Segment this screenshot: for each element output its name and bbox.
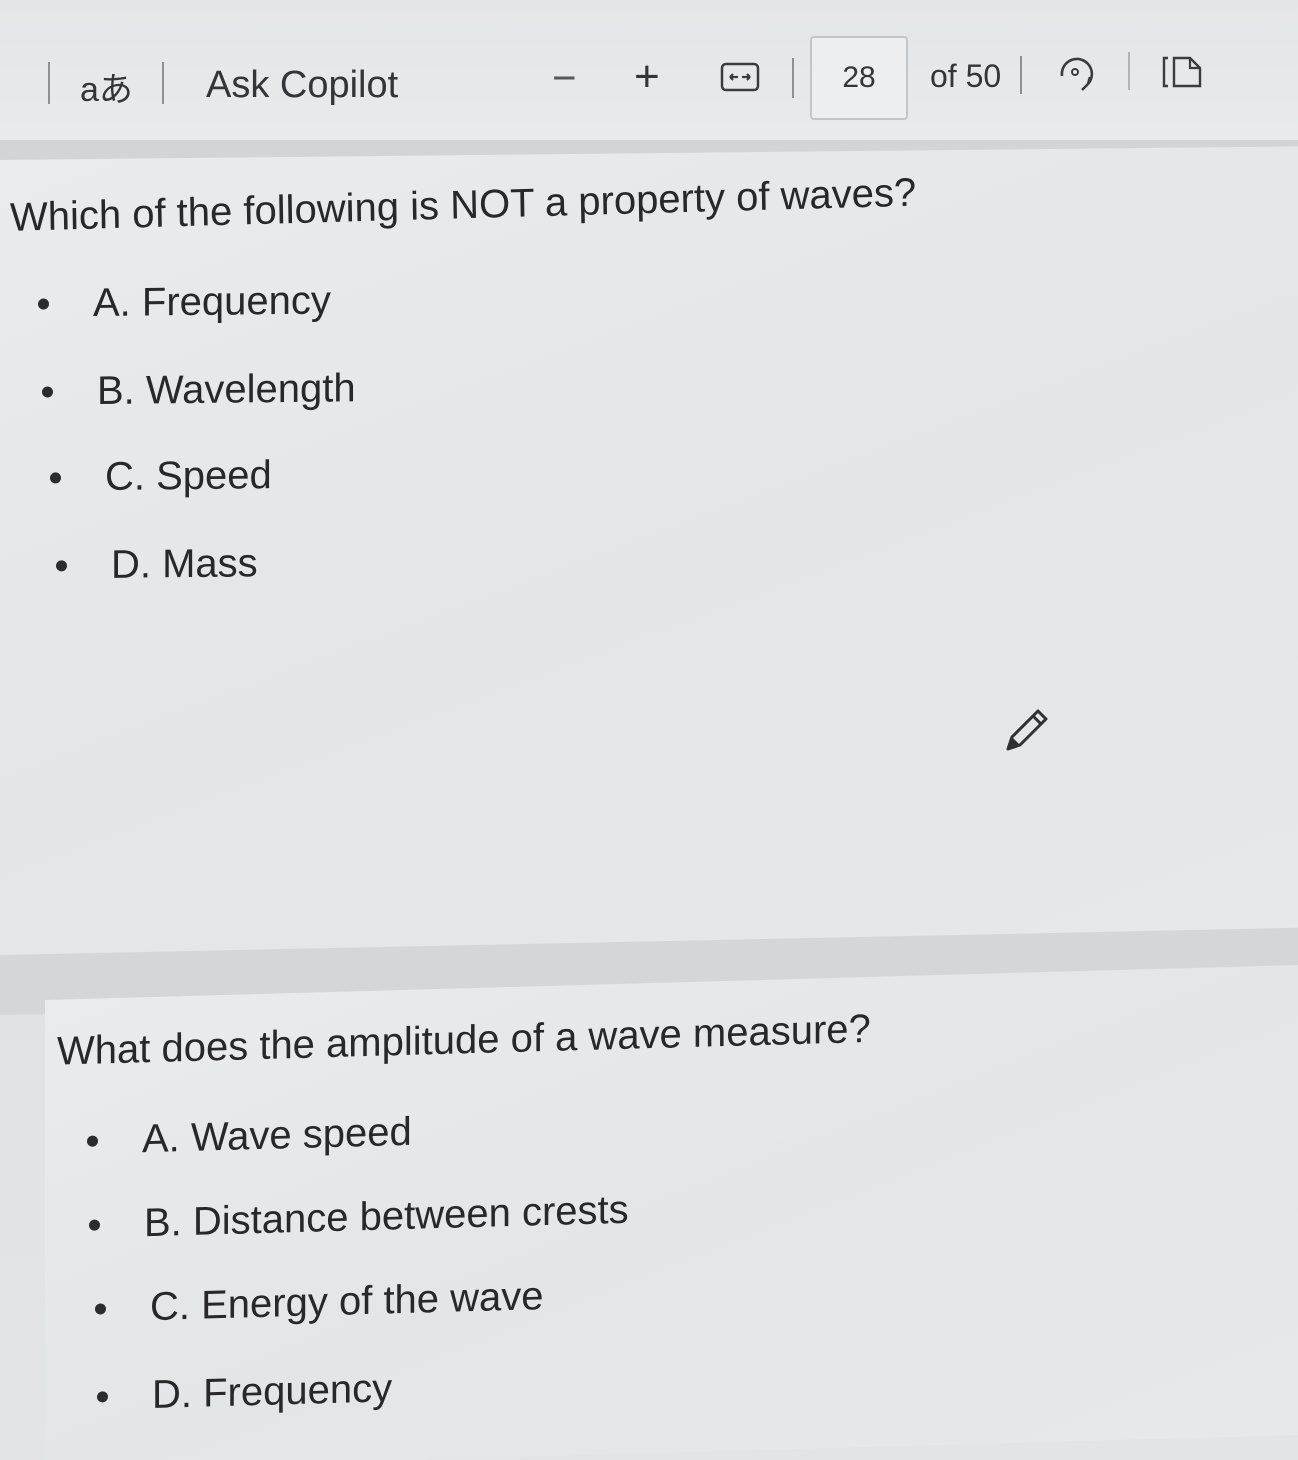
option-label: B. Distance between crests <box>144 1187 629 1246</box>
question-1-option-c: C. Speed <box>50 453 272 500</box>
question-1-option-d: D. Mass <box>56 541 258 588</box>
translate-button[interactable]: aあ <box>80 62 133 111</box>
bullet <box>97 1391 108 1403</box>
question-2-option-d: D. Frequency <box>97 1366 392 1419</box>
question-2-option-a: A. Wave speed <box>87 1110 412 1164</box>
bullet <box>87 1135 98 1147</box>
fit-width-icon[interactable] <box>720 60 760 94</box>
question-1-option-b: B. Wavelength <box>42 366 356 414</box>
page-total-label: of 50 <box>930 58 1002 94</box>
zoom-out-button[interactable]: − <box>552 54 577 102</box>
option-label: C. Speed <box>105 453 272 499</box>
option-label: B. Wavelength <box>97 366 356 413</box>
bullet <box>50 472 61 484</box>
question-2-option-b: B. Distance between crests <box>89 1188 629 1248</box>
pencil-icon[interactable] <box>1000 705 1052 757</box>
toolbar-divider <box>48 62 50 104</box>
bullet <box>95 1303 106 1315</box>
zoom-in-button[interactable]: + <box>634 52 660 102</box>
question-2-text: What does the amplitude of a wave measur… <box>57 1006 871 1074</box>
toolbar-divider <box>162 62 164 104</box>
bullet <box>89 1219 100 1231</box>
question-1-option-a: A. Frequency <box>38 279 331 327</box>
toolbar-divider <box>1020 56 1022 94</box>
rotate-icon[interactable] <box>1054 50 1100 96</box>
pdf-page: What does the amplitude of a wave measur… <box>45 964 1298 1460</box>
toolbar-divider <box>1128 52 1130 90</box>
bullet <box>42 386 53 398</box>
page-view-icon[interactable] <box>1160 54 1204 92</box>
question-1-text: Which of the following is NOT a property… <box>9 170 917 240</box>
option-label: D. Mass <box>111 541 258 587</box>
page-number-input[interactable]: 28 <box>810 36 908 120</box>
option-label: C. Energy of the wave <box>150 1274 544 1330</box>
pdf-viewer-screen: aあ Ask Copilot − + 28 of 50 Which of the… <box>0 0 1298 1460</box>
ask-copilot-button[interactable]: Ask Copilot <box>206 64 398 107</box>
pdf-page: Which of the following is NOT a property… <box>0 146 1298 991</box>
pdf-toolbar: aあ Ask Copilot − + 28 of 50 <box>0 0 1298 142</box>
option-label: A. Wave speed <box>142 1109 412 1162</box>
bullet <box>38 298 49 310</box>
option-label: D. Frequency <box>152 1366 393 1418</box>
bullet <box>56 560 67 572</box>
question-2-option-c: C. Energy of the wave <box>95 1274 544 1332</box>
toolbar-divider <box>792 58 794 98</box>
option-label: A. Frequency <box>93 278 331 326</box>
